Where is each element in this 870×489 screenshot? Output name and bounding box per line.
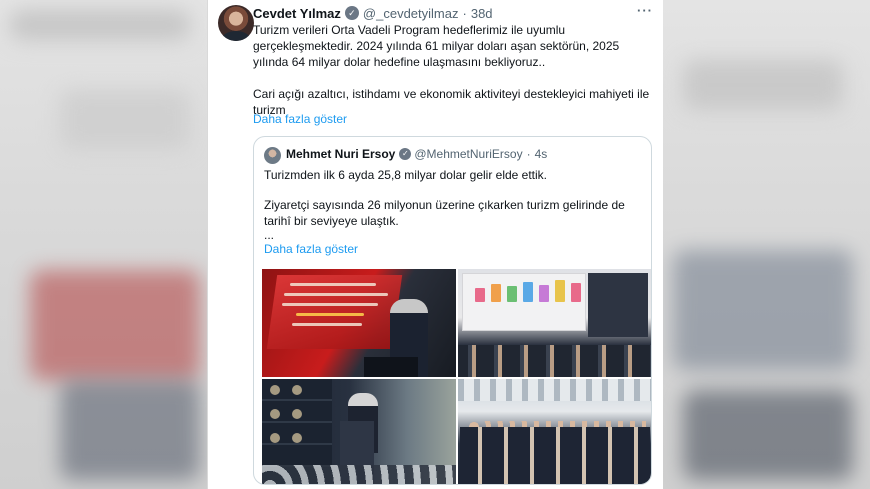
show-more-link[interactable]: Daha fazla göster: [253, 112, 347, 126]
quoted-tweet-header: Mehmet Nuri Ersoy ✓ @MehmetNuriErsoy · 4…: [286, 147, 643, 161]
quoted-text-paragraph-3: ...: [264, 228, 275, 242]
banner-text-line: [292, 323, 362, 326]
author-handle[interactable]: @_cevdetyilmaz: [363, 6, 459, 21]
logo-icon: [270, 433, 280, 443]
podium: [364, 357, 418, 377]
photo-grid: [254, 269, 651, 484]
banner-text-line: [284, 293, 388, 296]
banner-text-line: [282, 303, 378, 306]
presentation-screen: [462, 273, 586, 331]
quoted-author-avatar[interactable]: [264, 147, 281, 164]
logo-icon: [292, 409, 302, 419]
group-of-people: [460, 427, 650, 484]
tweet-text-paragraph-1: Turizm verileri Orta Vadeli Program hede…: [253, 23, 620, 69]
logo-icon: [270, 409, 280, 419]
quoted-text-paragraph-2: Ziyaretçi sayısında 26 milyonun üzerine …: [264, 198, 625, 228]
quoted-tweet[interactable]: Mehmet Nuri Ersoy ✓ @MehmetNuriErsoy · 4…: [253, 136, 652, 485]
photo-3[interactable]: [262, 379, 456, 484]
quoted-author-handle[interactable]: @MehmetNuriErsoy: [414, 147, 522, 161]
separator-dot: ·: [462, 5, 467, 21]
more-options-icon[interactable]: ···: [637, 3, 653, 18]
background-blur-left: [0, 0, 207, 489]
tweet-text: Turizm verileri Orta Vadeli Program hede…: [253, 22, 653, 118]
author-avatar[interactable]: [218, 5, 254, 41]
quoted-tweet-time[interactable]: 4s: [535, 147, 548, 161]
quoted-tweet-text: Turizmden ilk 6 ayda 25,8 milyar dolar g…: [264, 167, 644, 241]
photo-2[interactable]: [458, 269, 651, 377]
banner-text-line: [296, 313, 364, 316]
quoted-text-paragraph-1: Turizmden ilk 6 ayda 25,8 milyar dolar g…: [264, 168, 548, 182]
logo-icon: [292, 433, 302, 443]
quoted-author-name[interactable]: Mehmet Nuri Ersoy: [286, 147, 395, 161]
stage-panel: [588, 273, 648, 337]
background-blur-right: [663, 0, 870, 489]
event-banner: [266, 275, 403, 349]
banner-text-line: [290, 283, 376, 286]
photo-4[interactable]: [458, 379, 651, 484]
author-name[interactable]: Cevdet Yılmaz: [253, 6, 341, 21]
tweet-time[interactable]: 38d: [471, 6, 493, 21]
quoted-verified-badge-icon: ✓: [399, 148, 412, 160]
ceiling: [458, 379, 651, 401]
photo-1[interactable]: [262, 269, 456, 377]
audience: [262, 465, 456, 484]
tweet-card[interactable]: Cevdet Yılmaz ✓ @_cevdetyilmaz · 38d ···…: [208, 0, 663, 489]
verified-badge-icon: ✓: [344, 6, 359, 20]
audience: [458, 345, 651, 377]
quoted-separator-dot: ·: [526, 147, 531, 161]
logo-icon: [270, 385, 280, 395]
logo-icon: [292, 385, 302, 395]
quoted-show-more-link[interactable]: Daha fazla göster: [264, 242, 358, 256]
tweet-header: Cevdet Yılmaz ✓ @_cevdetyilmaz · 38d: [253, 4, 653, 22]
